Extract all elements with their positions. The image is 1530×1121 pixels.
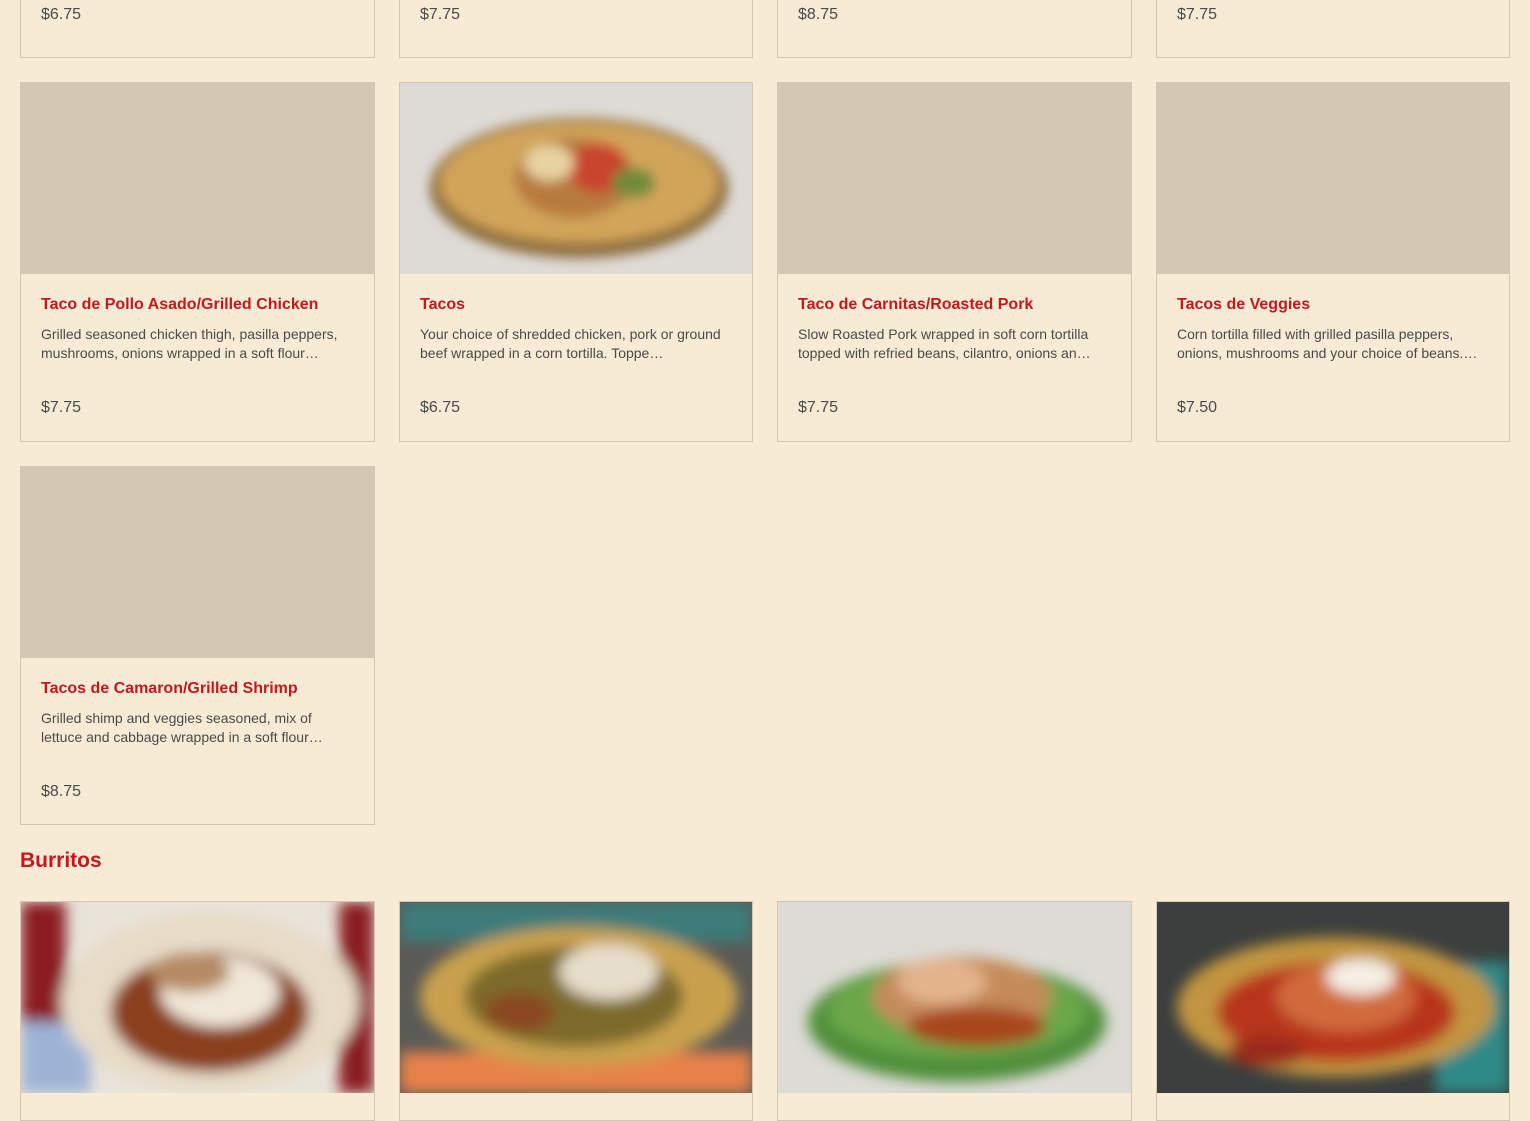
item-description: Grilled shimp and veggies seasoned, mix … — [41, 710, 323, 745]
item-price: $6.75 — [420, 399, 461, 416]
item-image — [1157, 902, 1509, 1093]
item-image-placeholder — [1157, 83, 1509, 274]
item-price: $7.75 — [1177, 6, 1218, 23]
item-image-placeholder — [21, 83, 374, 274]
item-title: Taco de Carnitas/Roasted Pork — [798, 296, 1034, 313]
item-title: Taco de Pollo Asado/Grilled Chicken — [41, 296, 319, 313]
burrito-plate-image — [400, 902, 752, 1093]
item-price: $7.50 — [1177, 399, 1218, 416]
item-image — [21, 902, 374, 1093]
menu-item-card[interactable] — [777, 901, 1132, 1121]
menu-item-card[interactable] — [399, 901, 753, 1121]
item-image-placeholder — [778, 83, 1131, 274]
item-description: Slow Roasted Pork wrapped in soft corn t… — [798, 326, 1091, 361]
burrito-plate-image — [1157, 902, 1509, 1093]
item-price: $7.75 — [41, 399, 82, 416]
menu-item-card[interactable] — [1156, 901, 1510, 1121]
item-title: Tacos de Veggies — [1177, 296, 1311, 313]
taco-plate-image — [400, 83, 752, 274]
menu-item-card[interactable]: Tacos de Veggies Corn tortilla filled wi… — [1156, 82, 1510, 442]
burrito-plate-image — [778, 902, 1131, 1093]
item-description: Your choice of shredded chicken, pork or… — [420, 326, 721, 361]
item-price: $8.75 — [798, 6, 839, 23]
item-image — [400, 902, 752, 1093]
menu-item-card[interactable] — [20, 901, 375, 1121]
item-description: Corn tortilla filled with grilled pasill… — [1177, 326, 1478, 361]
item-image — [400, 83, 752, 274]
item-price: $8.75 — [41, 783, 82, 800]
item-title: Tacos — [420, 296, 466, 313]
section-title-burritos: Burritos — [20, 849, 102, 872]
menu-item-card[interactable]: Tacos Your choice of shredded chicken, p… — [399, 82, 753, 442]
menu-item-card[interactable]: $8.75 — [777, 0, 1132, 58]
menu-item-card[interactable]: $7.75 — [399, 0, 753, 58]
item-description: Grilled seasoned chicken thigh, pasilla … — [41, 326, 338, 361]
item-price: $6.75 — [41, 6, 82, 23]
menu-item-card[interactable]: Taco de Carnitas/Roasted Pork Slow Roast… — [777, 82, 1132, 442]
item-price: $7.75 — [420, 6, 461, 23]
menu-item-card[interactable]: Tacos de Camaron/Grilled Shrimp Grilled … — [20, 466, 375, 825]
item-image-placeholder — [21, 467, 374, 658]
item-image — [778, 902, 1131, 1093]
item-price: $7.75 — [798, 399, 839, 416]
menu-item-card[interactable]: $6.75 — [20, 0, 375, 58]
menu-item-card[interactable]: Taco de Pollo Asado/Grilled Chicken Gril… — [20, 82, 375, 442]
menu-item-card[interactable]: $7.75 — [1156, 0, 1510, 58]
burrito-plate-image — [21, 902, 374, 1093]
item-title: Tacos de Camaron/Grilled Shrimp — [41, 680, 298, 697]
